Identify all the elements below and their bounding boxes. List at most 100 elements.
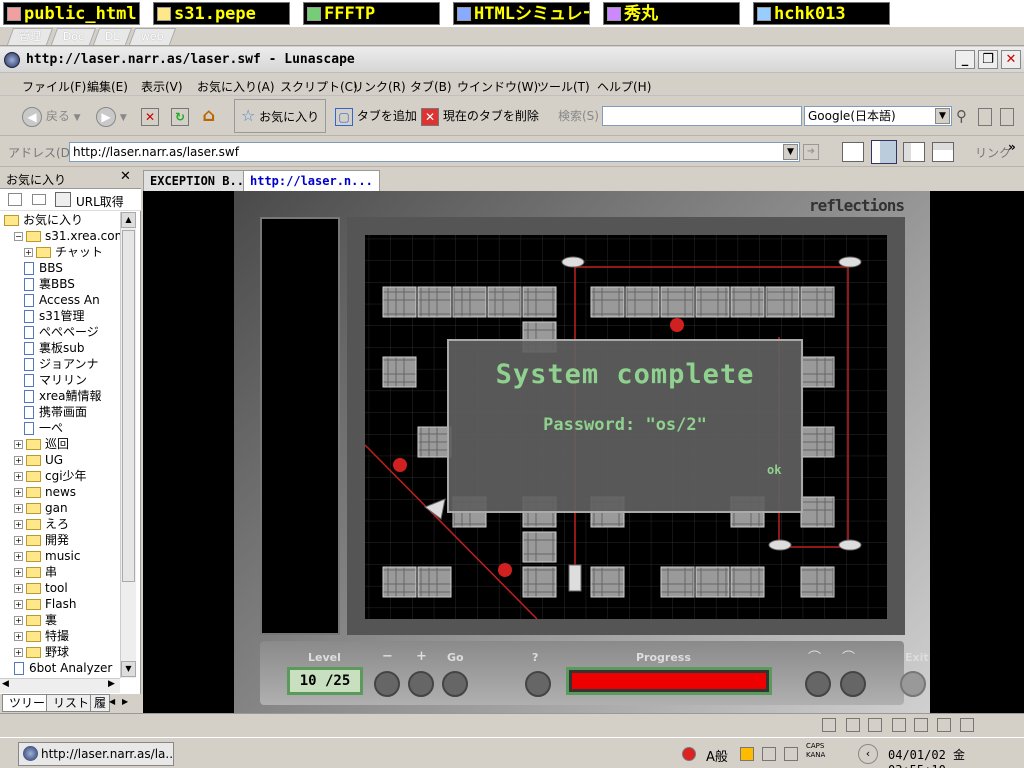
expand-icon[interactable]: +	[14, 552, 23, 561]
status-icon-1[interactable]	[822, 718, 836, 732]
exit-button[interactable]	[900, 671, 926, 697]
search-go-icon[interactable]: ⚲	[956, 104, 967, 128]
url-fetch-icon[interactable]	[55, 192, 71, 207]
links-label[interactable]: リンク	[975, 144, 1011, 161]
expand-icon[interactable]: +	[24, 248, 33, 257]
tree-folder[interactable]: + 野球	[14, 644, 69, 660]
back-button[interactable]: ◀ 戻る ▼	[22, 104, 81, 128]
tree-folder[interactable]: − s31.xrea.com	[14, 228, 120, 244]
menu-file[interactable]: ファイル(F)	[22, 78, 86, 95]
tree-folder[interactable]: + gan	[14, 500, 68, 516]
group-tab-doc[interactable]: Doc	[50, 28, 97, 45]
refresh-button[interactable]: ↻	[171, 104, 189, 128]
task-button-s31-pepe[interactable]: s31.pepe	[153, 2, 290, 25]
new-folder-icon[interactable]	[32, 194, 46, 205]
status-icon-4[interactable]	[892, 718, 906, 732]
tree-folder[interactable]: お気に入り	[4, 212, 83, 228]
expand-icon[interactable]: +	[14, 648, 23, 657]
tree-bookmark[interactable]: ぺぺページ	[24, 324, 99, 340]
menu-view[interactable]: 表示(V)	[141, 78, 183, 95]
tree-folder[interactable]: + チャット	[24, 244, 103, 260]
dialog-ok-button[interactable]: ok	[767, 463, 781, 477]
close-icon[interactable]: ✕	[120, 169, 131, 184]
expand-icon[interactable]: +	[14, 520, 23, 529]
tree-bookmark[interactable]: 裏板sub	[24, 340, 84, 356]
rotate-left-button[interactable]	[805, 671, 831, 697]
menu-script[interactable]: スクリプト(C)	[280, 78, 358, 95]
group-tab-web[interactable]: web	[128, 28, 176, 45]
maximize-button[interactable]: ❐	[978, 50, 998, 69]
scroll-up-icon[interactable]: ▲	[121, 212, 136, 228]
tab-scroll-right-icon[interactable]: ▶	[122, 697, 128, 706]
expand-icon[interactable]: +	[14, 632, 23, 641]
group-tab-kanri[interactable]: 管理	[6, 28, 54, 45]
status-icon-6[interactable]	[937, 718, 951, 732]
scroll-down-icon[interactable]: ▼	[121, 661, 136, 677]
tree-folder[interactable]: + news	[14, 484, 76, 500]
tray-icon-2[interactable]	[740, 747, 754, 761]
close-tab-button[interactable]: ✕ 現在のタブを削除	[421, 104, 539, 128]
close-button[interactable]: ✕	[1001, 50, 1021, 69]
page-find-icon[interactable]	[1000, 104, 1014, 128]
expand-icon[interactable]: +	[14, 440, 23, 449]
layout-split-icon[interactable]	[903, 142, 925, 162]
menu-favorites[interactable]: お気に入り(A)	[197, 78, 275, 95]
tree-bookmark[interactable]: s31管理	[24, 308, 85, 324]
tree-bookmark[interactable]: 一ぺ	[24, 420, 63, 436]
search-input[interactable]	[602, 106, 802, 126]
expand-icon[interactable]: +	[14, 568, 23, 577]
task-button-html-simulator[interactable]: HTMLシミュレータ	[453, 2, 590, 25]
menu-tools[interactable]: ツール(T)	[537, 78, 590, 95]
tree-bookmark[interactable]: マリリン	[24, 372, 87, 388]
tree-folder[interactable]: + UG	[14, 452, 63, 468]
chevron-right-icon[interactable]: »	[1008, 140, 1016, 154]
group-tab-dl[interactable]: DL	[92, 28, 132, 45]
vertical-scrollbar[interactable]: ▲ ▼	[120, 212, 136, 678]
rotate-right-button[interactable]	[840, 671, 866, 697]
layout-single-icon[interactable]	[842, 142, 864, 162]
tree-bookmark[interactable]: ジョアンナ	[24, 356, 99, 372]
tray-icon-1[interactable]	[682, 747, 696, 761]
tree-folder[interactable]: + 裏	[14, 612, 57, 628]
expand-icon[interactable]: +	[14, 488, 23, 497]
menu-link[interactable]: リンク(R)	[352, 78, 406, 95]
tree-folder[interactable]: + cgi少年	[14, 468, 87, 484]
tree-bookmark[interactable]: BBS	[24, 260, 63, 276]
page-icon[interactable]	[978, 104, 992, 128]
expand-icon[interactable]: +	[14, 616, 23, 625]
task-button-hchk013[interactable]: hchk013	[753, 2, 890, 25]
expand-icon[interactable]: +	[14, 536, 23, 545]
tray-icon-3[interactable]	[762, 747, 776, 761]
go-button[interactable]	[442, 671, 468, 697]
expand-icon[interactable]: +	[14, 600, 23, 609]
url-fetch-button[interactable]: URL取得	[76, 193, 124, 210]
tree-folder[interactable]: + 巡回	[14, 436, 69, 452]
task-button-public-html[interactable]: public_html	[3, 2, 140, 25]
tree-folder[interactable]: + tool	[14, 580, 68, 596]
address-input[interactable]: http://laser.narr.as/laser.swf ▼	[69, 142, 800, 162]
tree-bookmark[interactable]: Access An	[24, 292, 100, 308]
layout-sidebar-icon[interactable]	[871, 140, 897, 164]
stop-button[interactable]: ✕	[141, 104, 159, 128]
status-icon-7[interactable]	[960, 718, 974, 732]
horizontal-scrollbar[interactable]: ◀ ▶	[0, 678, 120, 693]
menu-window[interactable]: ウインドウ(W)	[457, 78, 538, 95]
help-button[interactable]	[525, 671, 551, 697]
tab-exception[interactable]: EXCEPTION B...	[143, 170, 259, 191]
menu-tab[interactable]: タブ(B)	[410, 78, 452, 95]
collapse-icon[interactable]: −	[14, 232, 23, 241]
add-tab-button[interactable]: ▢ タブを追加	[335, 104, 417, 128]
chevron-left-icon[interactable]: ‹	[858, 744, 878, 764]
tab-history[interactable]: 履	[90, 694, 110, 712]
status-icon-3[interactable]	[868, 718, 882, 732]
layout-split-horizontal-icon[interactable]	[932, 142, 954, 162]
tree-folder[interactable]: + music	[14, 548, 80, 564]
favorites-button[interactable]: ☆ お気に入り	[234, 99, 327, 133]
add-favorite-icon[interactable]	[8, 193, 22, 206]
expand-icon[interactable]: +	[14, 456, 23, 465]
tree-bookmark[interactable]: 6bot Analyzer	[14, 660, 112, 676]
level-minus-button[interactable]	[374, 671, 400, 697]
tab-scroll-left-icon[interactable]: ◀	[109, 697, 115, 706]
status-icon-5[interactable]	[914, 718, 928, 732]
menu-edit[interactable]: 編集(E)	[87, 78, 128, 95]
